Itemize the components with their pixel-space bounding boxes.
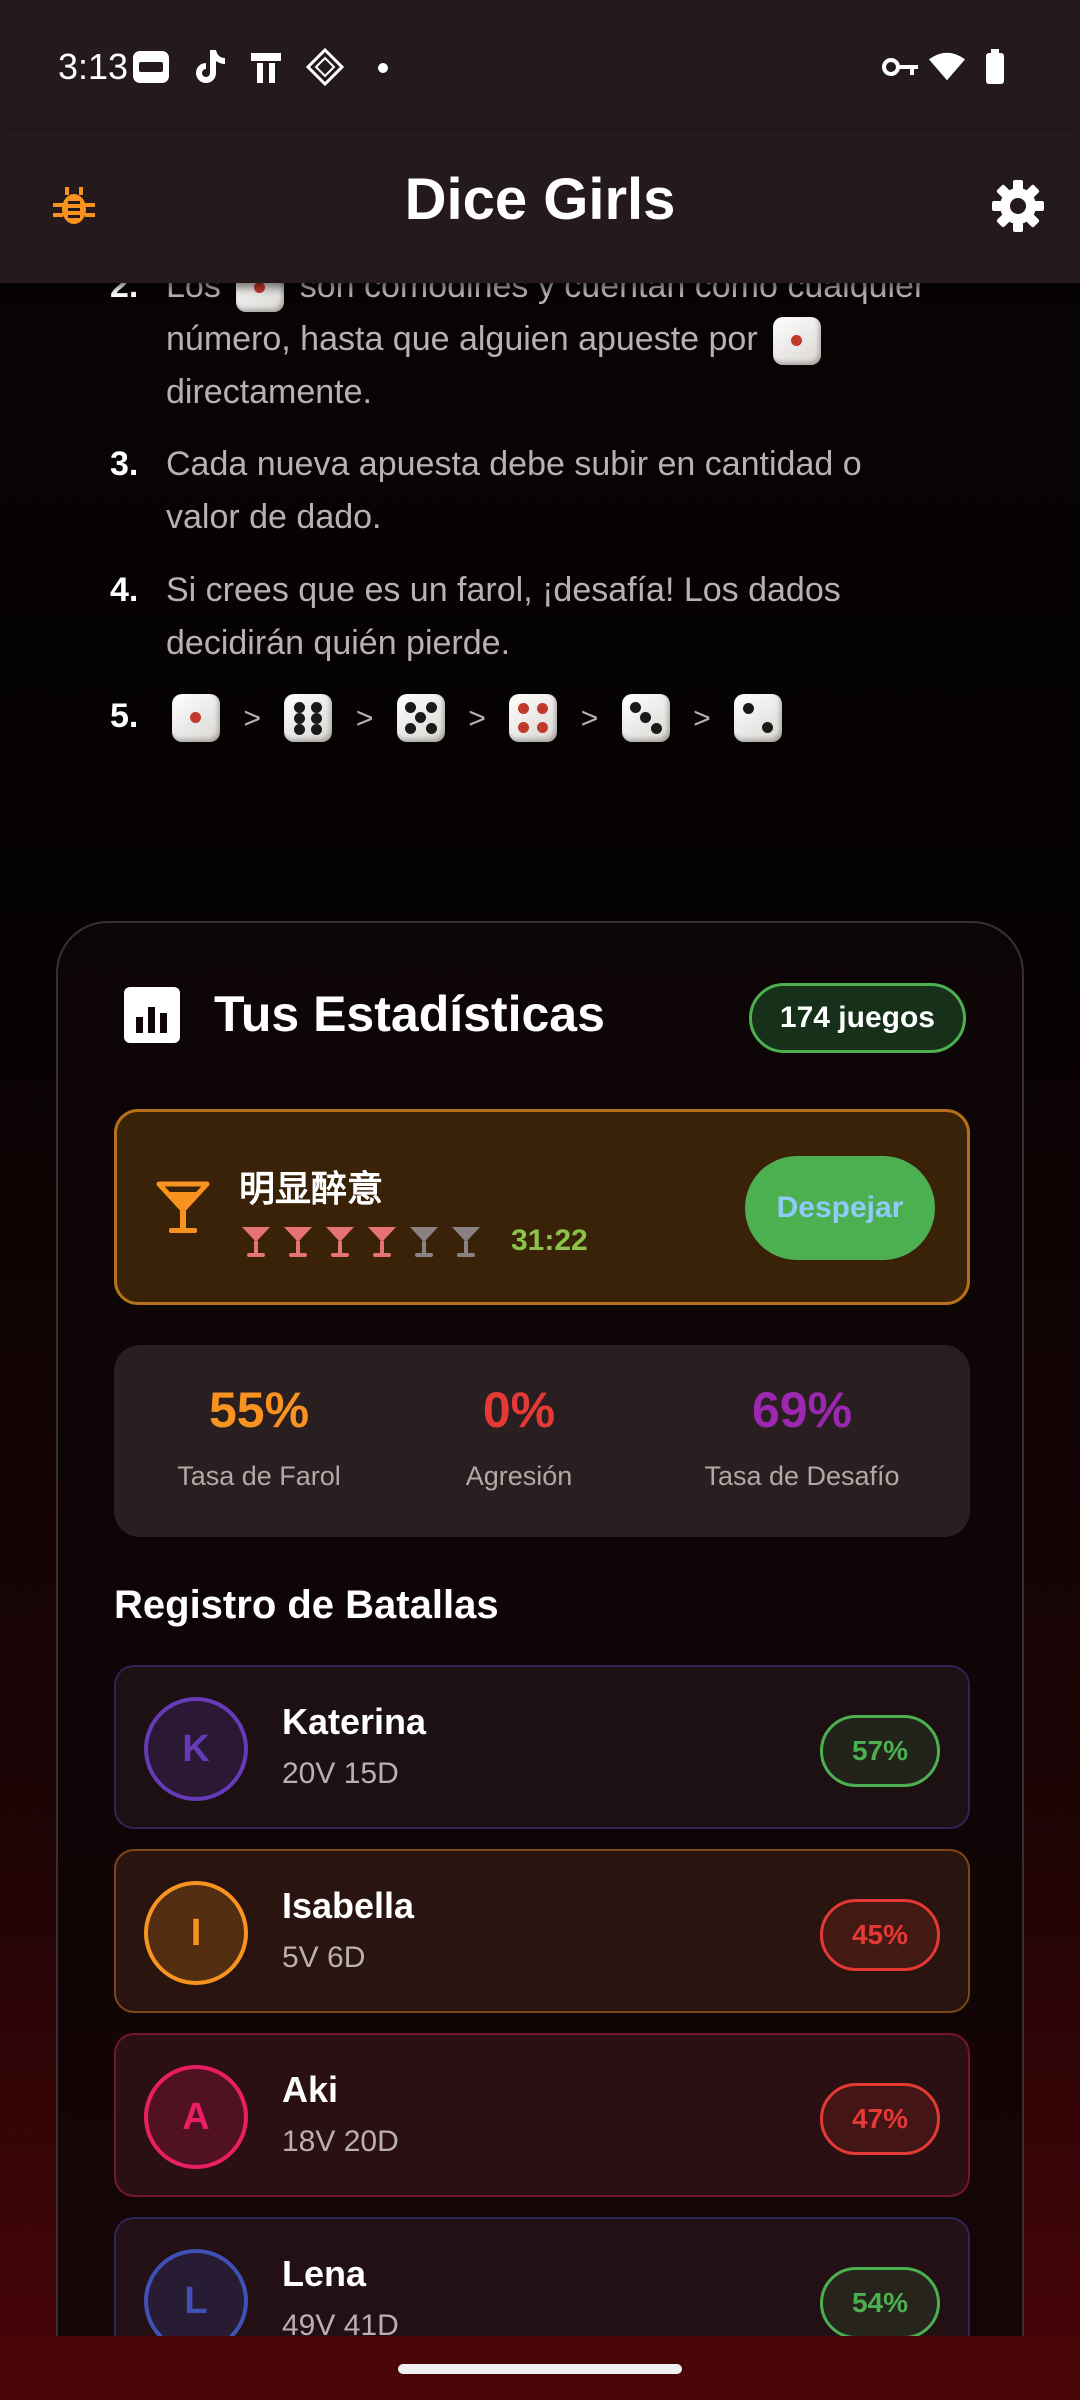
glass-full-icon bbox=[284, 1227, 312, 1257]
bluff-rate-value: 55% bbox=[208, 1382, 310, 1438]
status-time: 3:13 bbox=[58, 46, 129, 87]
sync-icon bbox=[247, 48, 285, 86]
glass-empty-icon bbox=[410, 1227, 438, 1257]
die-three-icon bbox=[621, 694, 670, 743]
bluff-rate: 55% Tasa de Farol bbox=[154, 1381, 364, 1492]
wifi-icon bbox=[928, 48, 966, 86]
battle-row-aki[interactable]: A Aki 18V 20D 47% bbox=[114, 2033, 970, 2197]
bluff-rate-label: Tasa de Farol bbox=[177, 1461, 341, 1491]
grid-diamond-icon bbox=[306, 48, 344, 86]
rule-text: Cada nueva apuesta debe subir en cantida… bbox=[166, 445, 862, 536]
die-two-icon bbox=[734, 694, 783, 743]
challenge-rate-label: Tasa de Desafío bbox=[704, 1461, 900, 1491]
drunk-level-label: 明显醉意 bbox=[239, 1169, 384, 1210]
avatar: K bbox=[144, 1697, 248, 1801]
avatar: I bbox=[144, 1881, 248, 1985]
opponent-record: 18V 20D bbox=[282, 2125, 399, 2158]
aggression-rate-value: 0% bbox=[482, 1382, 556, 1438]
status-bar: 3:13 bbox=[0, 0, 1080, 130]
app-notification-icon bbox=[132, 48, 170, 86]
battle-log-title: Registro de Batallas bbox=[114, 1583, 499, 1627]
opponent-record: 5V 6D bbox=[282, 1941, 366, 1974]
rule-item-5: 5. > > > > > bbox=[110, 690, 926, 745]
glass-full-icon bbox=[326, 1227, 354, 1257]
battery-icon bbox=[976, 48, 1014, 86]
battle-row-isabella[interactable]: I Isabella 5V 6D 45% bbox=[114, 1849, 970, 2013]
rule-item-3: 3. Cada nueva apuesta debe subir en cant… bbox=[110, 438, 926, 544]
rank-separator: > bbox=[355, 701, 374, 735]
rule-number: 4. bbox=[110, 571, 139, 609]
opponent-name: Isabella bbox=[282, 1885, 415, 1926]
win-rate-badge: 45% bbox=[820, 1899, 940, 1971]
stats-rates: 55% Tasa de Farol 0% Agresión 69% Tasa d… bbox=[114, 1345, 970, 1537]
app-title: Dice Girls bbox=[404, 167, 676, 232]
games-count-badge: 174 juegos bbox=[748, 983, 966, 1053]
sober-timer: 31:22 bbox=[511, 1224, 588, 1257]
bar-chart-icon bbox=[124, 987, 180, 1043]
rule-number: 5. bbox=[110, 697, 139, 735]
aggression-rate-label: Agresión bbox=[465, 1461, 573, 1491]
settings-button[interactable] bbox=[986, 174, 1050, 238]
rank-separator: > bbox=[693, 701, 711, 735]
home-indicator[interactable] bbox=[398, 2364, 682, 2374]
sober-up-button[interactable]: Despejar bbox=[745, 1156, 935, 1260]
gear-icon bbox=[992, 180, 1044, 232]
die-one-icon bbox=[172, 694, 220, 743]
aggression-rate: 0% Agresión bbox=[434, 1381, 604, 1492]
opponent-name: Lena bbox=[282, 2253, 367, 2294]
cocktail-icon bbox=[156, 1181, 210, 1233]
rule-item-2: 2. Los son comodines y cuentan como cual… bbox=[110, 260, 926, 419]
die-one-icon bbox=[773, 317, 822, 366]
tiktok-icon bbox=[190, 48, 228, 86]
opponent-name: Katerina bbox=[282, 1701, 427, 1742]
vpn-key-icon bbox=[882, 48, 920, 86]
rule-text: Si crees que es un farol, ¡desafía! Los … bbox=[166, 571, 841, 662]
rule-number: 3. bbox=[110, 445, 139, 483]
win-rate-badge: 47% bbox=[820, 2083, 940, 2155]
rank-separator: > bbox=[243, 701, 261, 735]
app-bar: Dice Girls bbox=[0, 130, 1080, 283]
avatar: A bbox=[144, 2065, 248, 2169]
battle-row-katerina[interactable]: K Katerina 20V 15D 57% bbox=[114, 1665, 970, 1829]
glass-empty-icon bbox=[452, 1227, 480, 1257]
rank-separator: > bbox=[580, 701, 599, 735]
rank-separator: > bbox=[468, 701, 486, 735]
glass-full-icon bbox=[242, 1227, 270, 1257]
opponent-record: 20V 15D bbox=[282, 1757, 399, 1790]
die-five-icon bbox=[396, 694, 445, 743]
die-four-icon bbox=[509, 694, 558, 743]
opponent-name: Aki bbox=[282, 2069, 339, 2110]
win-rate-badge: 54% bbox=[820, 2267, 940, 2339]
die-six-icon bbox=[284, 694, 333, 743]
drunk-status-card: 明显醉意 31:22 Despejar bbox=[114, 1109, 970, 1305]
rule-item-4: 4. Si crees que es un farol, ¡desafía! L… bbox=[110, 564, 926, 670]
challenge-rate: 69% Tasa de Desafío bbox=[662, 1381, 942, 1492]
challenge-rate-value: 69% bbox=[751, 1382, 853, 1438]
stats-card: Tus Estadísticas 174 juegos 明显醉意 31:22 D… bbox=[56, 921, 1024, 2400]
glass-full-icon bbox=[368, 1227, 396, 1257]
stats-title: Tus Estadísticas bbox=[214, 986, 605, 1042]
rule-text: directamente. bbox=[166, 373, 372, 411]
drink-meter bbox=[239, 1224, 483, 1260]
win-rate-badge: 57% bbox=[820, 1715, 940, 1787]
more-notifications-dot bbox=[378, 63, 388, 73]
